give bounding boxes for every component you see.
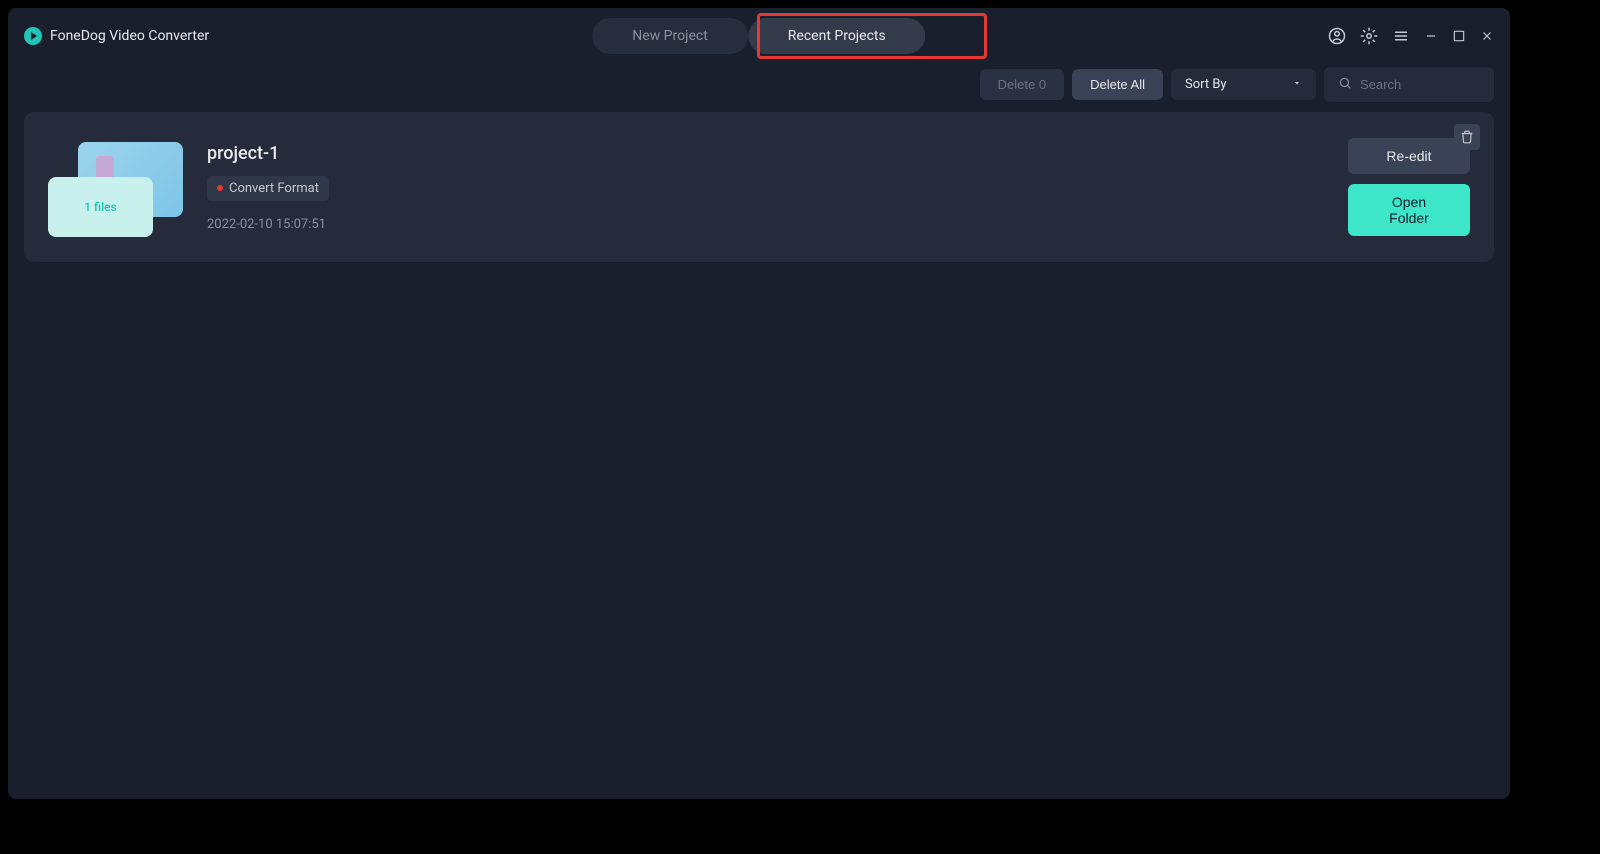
app-logo-icon (24, 27, 42, 45)
badge-dot-icon (217, 185, 223, 191)
open-folder-button[interactable]: Open Folder (1348, 184, 1470, 236)
project-type-badge: Convert Format (207, 176, 329, 201)
tab-recent-projects[interactable]: Recent Projects (748, 18, 926, 54)
project-timestamp: 2022-02-10 15:07:51 (207, 217, 1348, 232)
folder-front-icon: 1 files (48, 177, 153, 237)
reedit-button[interactable]: Re-edit (1348, 138, 1470, 174)
app-window: FoneDog Video Converter New Project Rece… (8, 8, 1510, 799)
maximize-icon[interactable] (1452, 29, 1466, 43)
search-box (1324, 67, 1494, 102)
delete-all-button[interactable]: Delete All (1072, 69, 1163, 100)
project-name: project-1 (207, 143, 1348, 164)
chevron-down-icon (1292, 77, 1302, 92)
folder-files-label: 1 files (84, 200, 116, 214)
search-icon (1338, 75, 1352, 94)
menu-icon[interactable] (1392, 27, 1410, 45)
badge-text: Convert Format (229, 181, 319, 196)
tab-new-project[interactable]: New Project (592, 18, 748, 54)
sort-label: Sort By (1185, 77, 1227, 92)
project-actions: Re-edit Open Folder (1348, 138, 1470, 236)
close-icon[interactable] (1480, 29, 1494, 43)
delete-selected-button[interactable]: Delete 0 (980, 69, 1064, 100)
app-title: FoneDog Video Converter (50, 28, 209, 44)
window-controls (1328, 27, 1494, 45)
settings-icon[interactable] (1360, 27, 1378, 45)
user-icon[interactable] (1328, 27, 1346, 45)
sort-dropdown[interactable]: Sort By (1171, 69, 1316, 100)
project-card[interactable]: 1 files project-1 Convert Format 2022-02… (24, 112, 1494, 262)
delete-project-button[interactable] (1454, 124, 1480, 150)
tabs-container: New Project Recent Projects (592, 18, 925, 54)
toolbar: Delete 0 Delete All Sort By (8, 64, 1510, 104)
logo-section: FoneDog Video Converter (24, 27, 209, 45)
titlebar: FoneDog Video Converter New Project Rece… (8, 8, 1510, 64)
minimize-icon[interactable] (1424, 29, 1438, 43)
search-input[interactable] (1360, 77, 1480, 92)
project-info: project-1 Convert Format 2022-02-10 15:0… (207, 143, 1348, 232)
project-thumbnail: 1 files (48, 137, 183, 237)
